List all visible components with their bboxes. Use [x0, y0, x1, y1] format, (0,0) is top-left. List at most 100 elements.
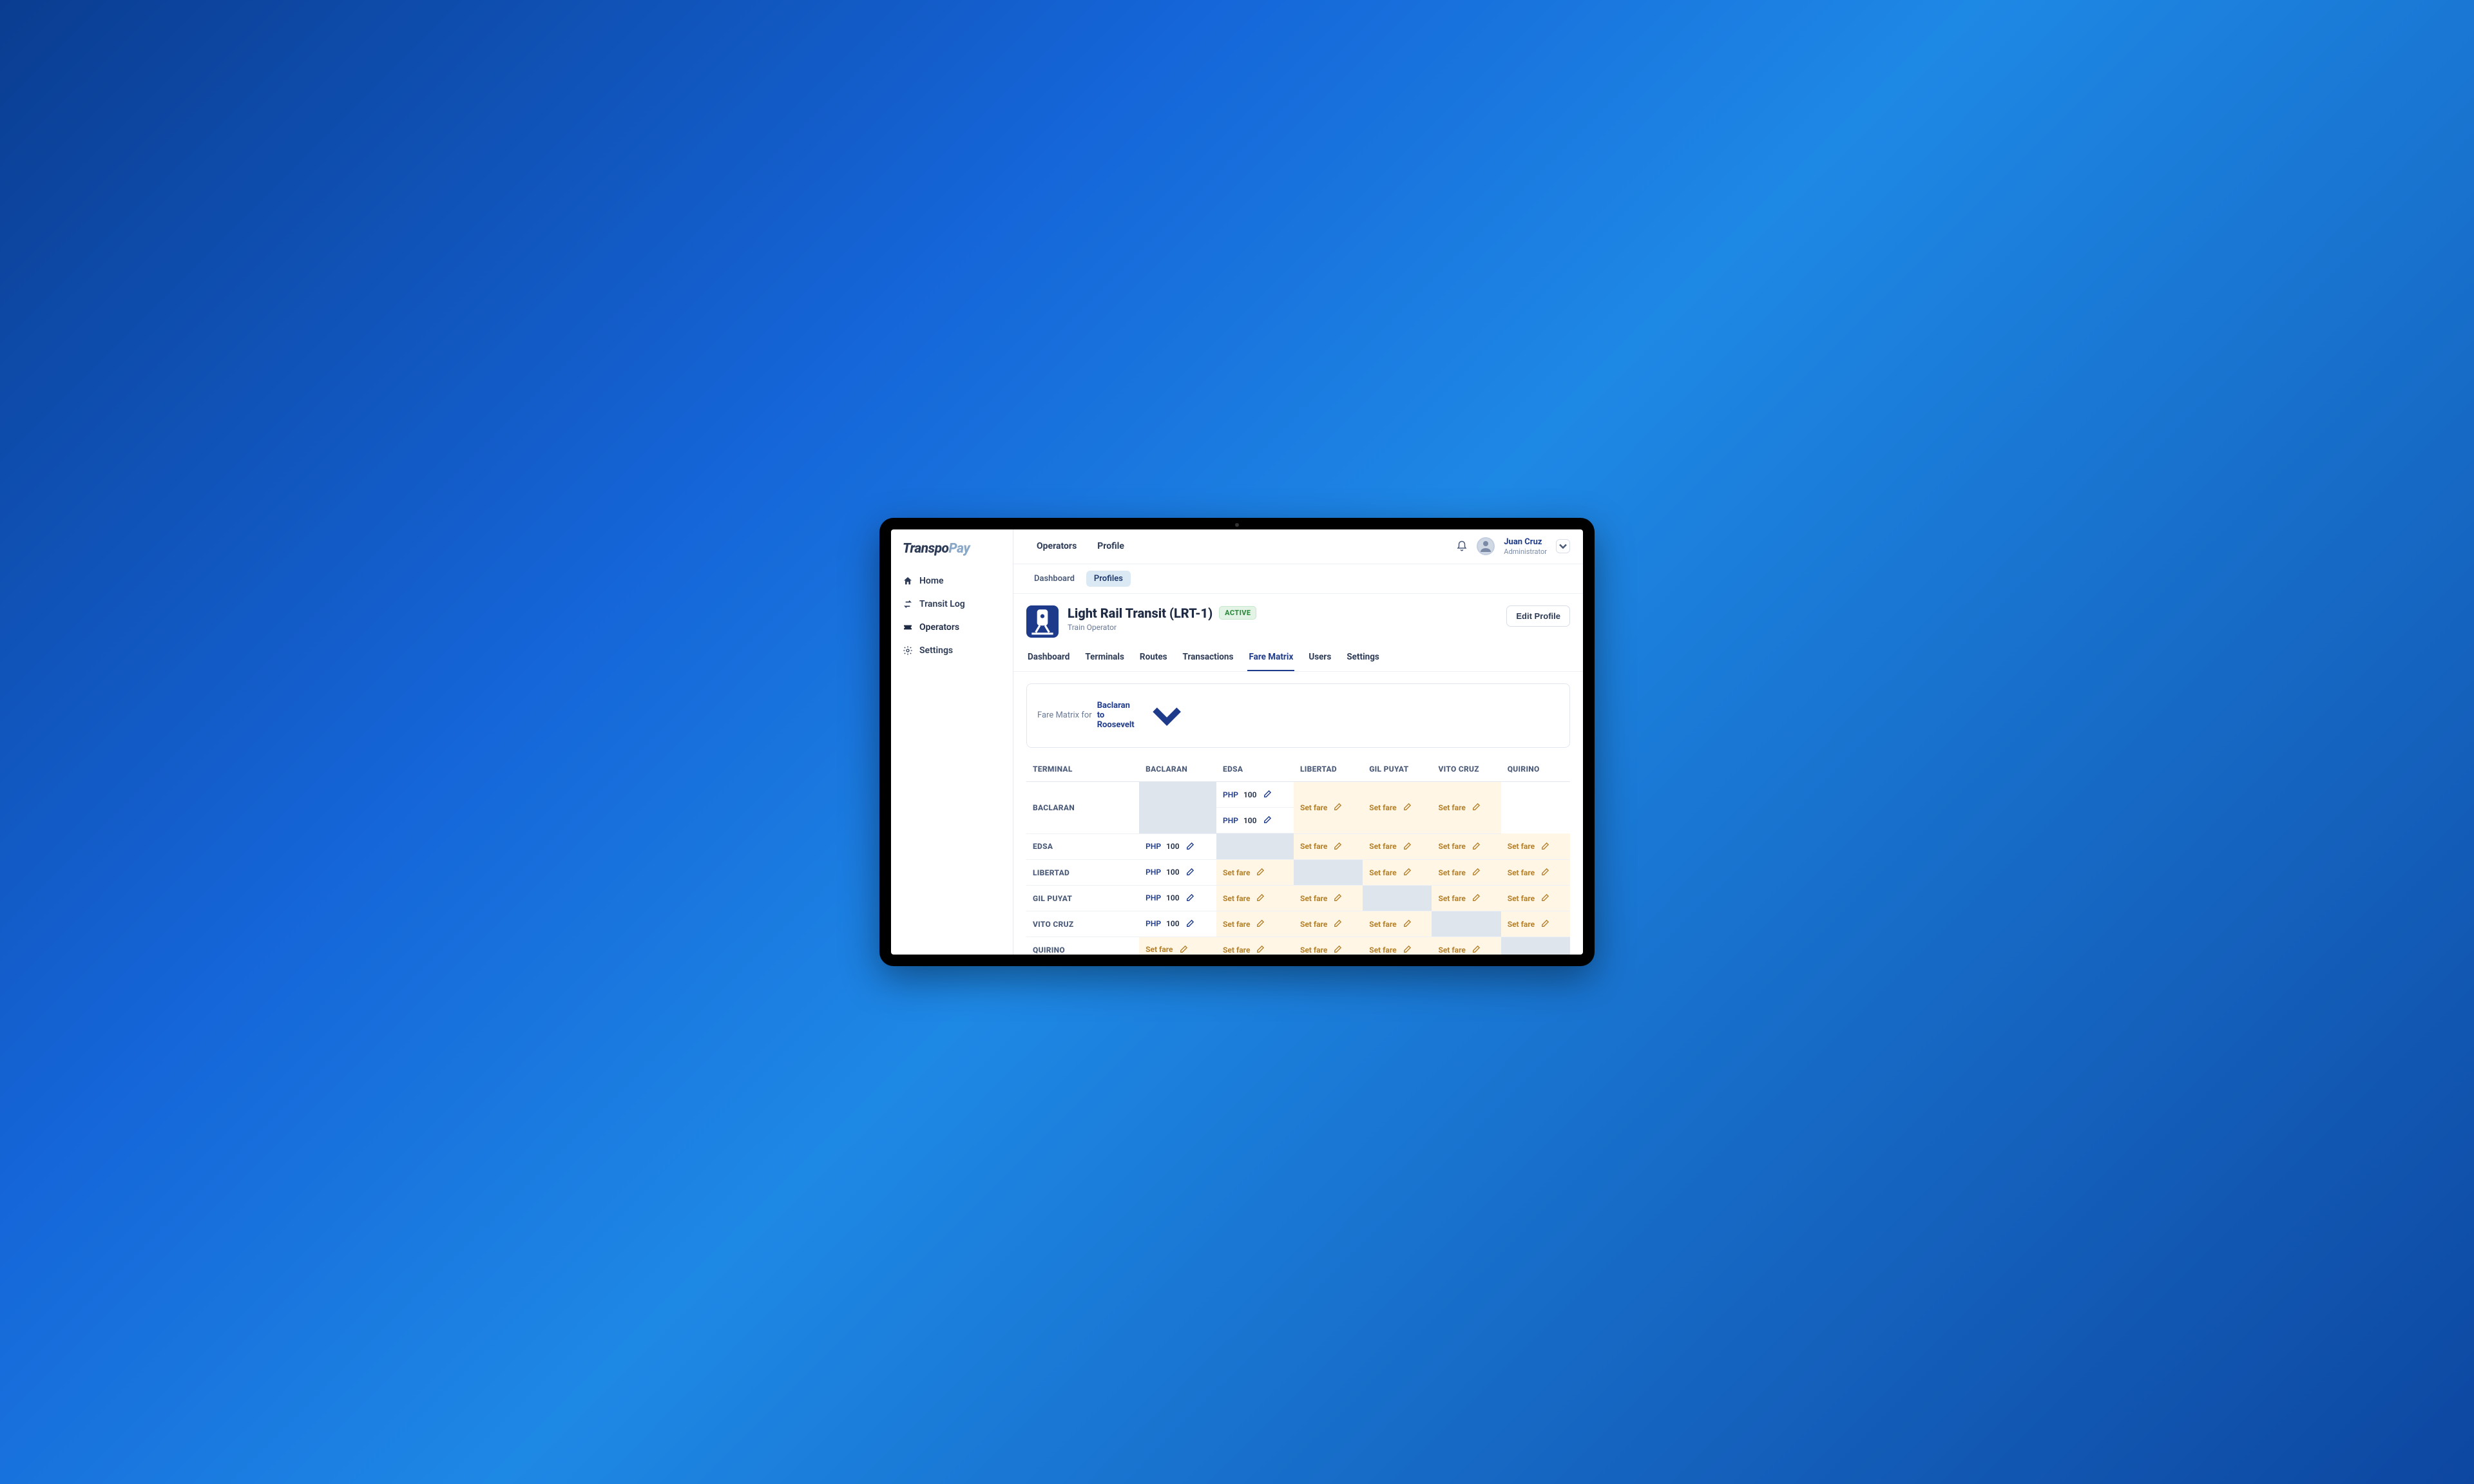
edit-icon — [1262, 815, 1272, 825]
cell-set-fare[interactable]: Set fare — [1216, 886, 1294, 911]
sidebar-item-label: Home — [919, 576, 944, 586]
edit-icon — [1540, 893, 1549, 903]
train-icon — [1026, 605, 1059, 638]
cell-set-fare[interactable]: Set fare — [1363, 782, 1432, 834]
cell-set-fare[interactable]: Set fare — [1432, 860, 1501, 886]
cell-fare[interactable]: PHP 100 — [1139, 911, 1216, 937]
subtabs: Dashboard Profiles — [1013, 564, 1583, 594]
cell-self — [1139, 782, 1216, 834]
tab-users[interactable]: Users — [1307, 647, 1332, 671]
cell-set-fare[interactable]: Set fare — [1139, 937, 1216, 955]
fare-matrix-route: Baclaran to Roosevelt — [1097, 701, 1139, 730]
tab-fare-matrix[interactable]: Fare Matrix — [1247, 647, 1294, 671]
bell-icon[interactable] — [1456, 540, 1468, 552]
row-label: BACLARAN — [1026, 782, 1139, 834]
row-label: EDSA — [1026, 833, 1139, 860]
subtab-profiles[interactable]: Profiles — [1086, 571, 1131, 587]
col-terminal: TERMINAL — [1026, 757, 1139, 782]
sidebar-item-label: Settings — [919, 645, 953, 656]
edit-icon — [1255, 868, 1265, 877]
cell-set-fare[interactable]: Set fare — [1216, 911, 1294, 937]
sidebar-item-settings[interactable]: Settings — [891, 639, 1013, 662]
cell-set-fare[interactable]: Set fare — [1432, 886, 1501, 911]
cell-set-fare[interactable]: Set fare — [1432, 833, 1501, 860]
user-menu-toggle[interactable] — [1556, 539, 1570, 553]
row-label: VITO CRUZ — [1026, 911, 1139, 937]
sidebar-item-operators[interactable]: Operators — [891, 616, 1013, 639]
cell-fare[interactable]: PHP 100 — [1139, 860, 1216, 886]
edit-icon — [1185, 893, 1194, 903]
edit-icon — [1255, 919, 1265, 929]
table-row: BACLARANPHP 100 PHP 100 Set fareSet fare… — [1026, 782, 1570, 834]
cell-set-fare[interactable]: Set fare — [1501, 860, 1570, 886]
cell-set-fare[interactable]: Set fare — [1363, 860, 1432, 886]
fare-matrix-table: TERMINALBACLARANEDSALIBERTADGIL PUYATVIT… — [1026, 757, 1570, 955]
cell-self — [1363, 886, 1432, 911]
cell-set-fare[interactable]: Set fare — [1432, 782, 1501, 834]
cell-set-fare[interactable]: Set fare — [1216, 937, 1294, 955]
tab-transactions[interactable]: Transactions — [1182, 647, 1235, 671]
topbar: Operators Profile Juan Cruz Administrato… — [1013, 529, 1583, 564]
edit-icon — [1332, 919, 1342, 929]
fare-matrix-route-dropdown[interactable]: Baclaran to Roosevelt — [1097, 692, 1191, 739]
cell-set-fare[interactable]: Set fare — [1501, 911, 1570, 937]
avatar[interactable] — [1477, 537, 1495, 555]
cell-self — [1432, 911, 1501, 937]
edit-icon — [1402, 842, 1412, 851]
cell-set-fare[interactable]: Set fare — [1501, 886, 1570, 911]
cell-self — [1501, 937, 1570, 955]
brand-part2: Pay — [949, 541, 970, 556]
cell-fare[interactable]: PHP 100 — [1216, 808, 1294, 833]
swap-icon — [903, 599, 913, 609]
cell-set-fare[interactable]: Set fare — [1294, 782, 1363, 834]
cell-set-fare[interactable]: Set fare — [1294, 886, 1363, 911]
tab-dashboard[interactable]: Dashboard — [1026, 647, 1071, 671]
breadcrumb: Operators Profile — [1026, 537, 1135, 555]
cell-fare[interactable]: PHP 100 — [1139, 886, 1216, 911]
breadcrumb-profile[interactable]: Profile — [1087, 537, 1135, 555]
tab-routes[interactable]: Routes — [1138, 647, 1169, 671]
profile-left: Light Rail Transit (LRT-1) ACTIVE Train … — [1026, 605, 1256, 638]
cell-fare[interactable]: PHP 100 — [1216, 782, 1294, 808]
tab-settings[interactable]: Settings — [1345, 647, 1381, 671]
sidebar-item-transit-log[interactable]: Transit Log — [891, 593, 1013, 616]
cell-set-fare[interactable]: Set fare — [1216, 860, 1294, 886]
col-header: QUIRINO — [1501, 757, 1570, 782]
edit-icon — [1178, 945, 1188, 955]
gear-icon — [903, 645, 913, 656]
cell-fare[interactable]: PHP 100 — [1139, 834, 1216, 860]
edit-profile-button[interactable]: Edit Profile — [1506, 605, 1570, 627]
edit-icon — [1332, 842, 1342, 851]
row-label: QUIRINO — [1026, 937, 1139, 955]
edit-icon — [1471, 868, 1481, 877]
fare-matrix-selector: Fare Matrix for Baclaran to Roosevelt — [1026, 683, 1570, 748]
edit-icon — [1402, 945, 1412, 955]
user-role: Administrator — [1504, 547, 1547, 556]
home-icon — [903, 576, 913, 586]
cell-set-fare[interactable]: Set fare — [1501, 833, 1570, 860]
subtab-dashboard[interactable]: Dashboard — [1026, 571, 1082, 587]
edit-icon — [1402, 803, 1412, 812]
cell-set-fare[interactable]: Set fare — [1363, 833, 1432, 860]
screen: TranspoPay Home Transit Log — [891, 529, 1583, 955]
edit-icon — [1332, 893, 1342, 903]
edit-icon — [1255, 893, 1265, 903]
cell-set-fare[interactable]: Set fare — [1432, 937, 1501, 955]
cell-set-fare[interactable]: Set fare — [1294, 833, 1363, 860]
breadcrumb-operators[interactable]: Operators — [1026, 537, 1087, 555]
tab-terminals[interactable]: Terminals — [1084, 647, 1126, 671]
profile-title-row: Light Rail Transit (LRT-1) ACTIVE — [1068, 605, 1256, 621]
sidebar-item-home[interactable]: Home — [891, 569, 1013, 593]
cell-set-fare[interactable]: Set fare — [1294, 911, 1363, 937]
col-header: VITO CRUZ — [1432, 757, 1501, 782]
cell-set-fare[interactable]: Set fare — [1363, 937, 1432, 955]
fare-matrix-label: Fare Matrix for — [1037, 710, 1092, 720]
cell-self — [1216, 833, 1294, 860]
brand-part1: Transpo — [903, 541, 949, 556]
ticket-icon — [903, 622, 913, 633]
cell-set-fare[interactable]: Set fare — [1363, 911, 1432, 937]
table-row: LIBERTADPHP 100 Set fareSet fareSet fare… — [1026, 860, 1570, 886]
fare-matrix-table-wrap: TERMINALBACLARANEDSALIBERTADGIL PUYATVIT… — [1013, 757, 1583, 955]
cell-set-fare[interactable]: Set fare — [1294, 937, 1363, 955]
profile-header: Light Rail Transit (LRT-1) ACTIVE Train … — [1013, 594, 1583, 647]
